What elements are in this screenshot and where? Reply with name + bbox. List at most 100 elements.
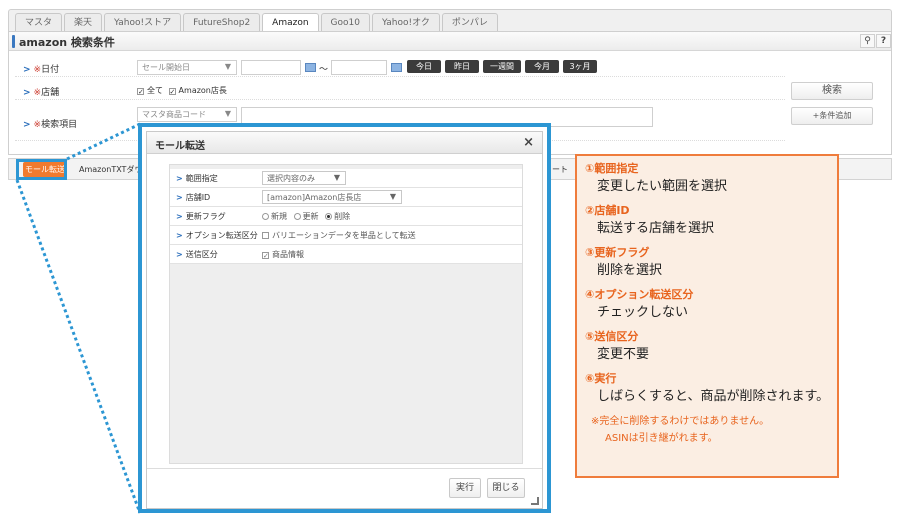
yesterday-button[interactable]: 昨日 bbox=[445, 60, 479, 73]
radio-update[interactable] bbox=[293, 213, 301, 220]
amazon-store-checkbox[interactable]: ✓ bbox=[168, 88, 176, 96]
resize-handle[interactable] bbox=[531, 497, 539, 505]
chevron-right-icon: > bbox=[23, 120, 31, 130]
step-1-heading: ①範囲指定 bbox=[585, 162, 639, 175]
calendar-icon[interactable] bbox=[391, 63, 402, 72]
step-3-heading: ③更新フラグ bbox=[585, 246, 650, 259]
chevron-right-icon: > bbox=[23, 88, 31, 98]
step-1-text: 変更したい範囲を選択 bbox=[597, 179, 728, 194]
chevron-right-icon: > bbox=[23, 65, 31, 75]
panel-title: amazon 検索条件 bbox=[19, 36, 115, 49]
chevron-down-icon: ▼ bbox=[333, 173, 340, 182]
variation-checkbox[interactable] bbox=[262, 232, 269, 239]
chevron-right-icon: > bbox=[176, 174, 183, 183]
tab-goo10[interactable]: Goo10 bbox=[320, 13, 370, 32]
callout-note-2: ASINは引き継がれます。 bbox=[605, 433, 718, 444]
radio-delete[interactable] bbox=[325, 213, 333, 220]
panel-header: amazon 検索条件 ⚲ ? bbox=[9, 32, 891, 51]
update-flag-label: > 更新フラグ bbox=[176, 212, 226, 221]
variation-checkbox-label: バリエーションデータを単品として転送 bbox=[272, 231, 416, 240]
date-to-input[interactable] bbox=[331, 60, 387, 75]
mall-transfer-dialog: モール転送 × > 範囲指定 選択内容のみ ▼ > 店舗ID [amazon]Amaz… bbox=[146, 131, 543, 509]
send-type-value: ✓ 商品情報 bbox=[262, 249, 304, 260]
send-type-row: > 送信区分 ✓ 商品情報 bbox=[170, 245, 522, 264]
store-id-label: > 店舗ID bbox=[176, 193, 211, 202]
product-info-checkbox[interactable]: ✓ bbox=[262, 252, 269, 260]
tab-amazon[interactable]: Amazon bbox=[262, 13, 319, 32]
step-5-text: 変更不要 bbox=[597, 347, 650, 362]
date-type-select[interactable]: セール開始日 ▼ bbox=[137, 60, 237, 75]
send-type-label: > 送信区分 bbox=[176, 250, 218, 259]
callout-note-1: ※完全に削除するわけではありません。 bbox=[591, 416, 770, 427]
add-condition-button[interactable]: +条件追加 bbox=[791, 107, 873, 125]
chevron-down-icon: ▼ bbox=[224, 109, 231, 118]
step-4-heading: ④オプション転送区分 bbox=[585, 288, 694, 301]
step-4-text: チェックしない bbox=[597, 305, 689, 320]
radio-new-label: 新規 bbox=[271, 212, 287, 221]
product-info-label: 商品情報 bbox=[272, 250, 304, 259]
connector-line-bottom bbox=[15, 179, 142, 514]
amazon-store-label: Amazon店長 bbox=[178, 86, 227, 95]
search-icon[interactable]: ⚲ bbox=[860, 34, 875, 48]
option-transfer-label: > オプション転送区分 bbox=[176, 231, 258, 240]
step-2-text: 転送する店舗を選択 bbox=[597, 221, 715, 236]
option-transfer-row: > オプション転送区分 バリエーションデータを単品として転送 bbox=[170, 226, 522, 245]
dialog-footer: 実行 閉じる bbox=[147, 468, 542, 508]
chevron-down-icon: ▼ bbox=[224, 62, 231, 71]
range-separator: ～ bbox=[319, 65, 329, 75]
tab-yahoo-auction[interactable]: Yahoo!オク bbox=[372, 13, 440, 32]
one-week-button[interactable]: 一週間 bbox=[483, 60, 521, 73]
toolbar-right-item[interactable]: ート bbox=[552, 164, 568, 175]
modal-highlight-frame: モール転送 × > 範囲指定 選択内容のみ ▼ > 店舗ID [amazon]Amaz… bbox=[138, 123, 551, 513]
step-2-heading: ②店舗ID bbox=[585, 204, 630, 217]
instruction-callout: ①範囲指定 変更したい範囲を選択 ②店舗ID 転送する店舗を選択 ③更新フラグ … bbox=[575, 154, 839, 478]
update-flag-row: > 更新フラグ 新規 更新 削除 bbox=[170, 207, 522, 226]
chevron-right-icon: > bbox=[176, 212, 183, 221]
store-id-select[interactable]: [amazon]Amazon店長店 ▼ bbox=[262, 190, 402, 204]
date-label: > ※日付 bbox=[23, 65, 60, 75]
today-button[interactable]: 今日 bbox=[407, 60, 441, 73]
chevron-right-icon: > bbox=[176, 250, 183, 259]
this-month-button[interactable]: 今月 bbox=[525, 60, 559, 73]
tab-rakuten[interactable]: 楽天 bbox=[64, 13, 103, 32]
step-3-text: 削除を選択 bbox=[597, 263, 663, 278]
range-select[interactable]: 選択内容のみ ▼ bbox=[262, 171, 346, 185]
search-item-select[interactable]: マスタ商品コード ▼ bbox=[137, 107, 237, 122]
tab-master[interactable]: マスタ bbox=[15, 13, 63, 32]
calendar-icon[interactable] bbox=[305, 63, 316, 72]
highlight-mall-transfer bbox=[16, 159, 67, 180]
amazon-txt-download-button[interactable]: AmazonTXTダウ bbox=[79, 164, 142, 175]
close-icon[interactable]: × bbox=[523, 135, 534, 150]
date-row: > ※日付 セール開始日 ▼ ～ 今日 昨日 一週間 今月 3ヶ月 bbox=[15, 59, 785, 77]
tab-ponpare[interactable]: ポンパレ bbox=[441, 13, 498, 32]
all-stores-checkbox[interactable]: ✓ bbox=[137, 88, 144, 96]
store-id-row: > 店舗ID [amazon]Amazon店長店 ▼ bbox=[170, 188, 522, 207]
chevron-down-icon: ▼ bbox=[389, 192, 396, 201]
tab-futureshop2[interactable]: FutureShop2 bbox=[183, 13, 261, 32]
date-from-input[interactable] bbox=[241, 60, 301, 75]
radio-new[interactable] bbox=[262, 213, 269, 220]
option-transfer-value: バリエーションデータを単品として転送 bbox=[262, 230, 416, 241]
range-label: > 範囲指定 bbox=[176, 174, 218, 183]
three-months-button[interactable]: 3ヶ月 bbox=[563, 60, 597, 73]
store-checkboxes: ✓ 全て ✓ Amazon店長 bbox=[137, 85, 227, 96]
search-button[interactable]: 検索 bbox=[791, 82, 873, 100]
close-button[interactable]: 閉じる bbox=[487, 478, 525, 498]
store-row: > ※店舗 ✓ 全て ✓ Amazon店長 bbox=[15, 82, 785, 100]
help-button[interactable]: ? bbox=[876, 34, 891, 48]
step-5-heading: ⑤送信区分 bbox=[585, 330, 639, 343]
dialog-form: > 範囲指定 選択内容のみ ▼ > 店舗ID [amazon]Amazon店長店 ▼ >… bbox=[169, 164, 523, 464]
store-label: > ※店舗 bbox=[23, 88, 60, 98]
step-6-text: しばらくすると、商品が削除されます。 bbox=[597, 389, 830, 404]
dialog-header: モール転送 × bbox=[147, 132, 542, 154]
search-item-label: > ※検索項目 bbox=[23, 120, 78, 130]
tab-yahoo-store[interactable]: Yahoo!ストア bbox=[104, 13, 182, 32]
update-flag-radios: 新規 更新 削除 bbox=[262, 211, 350, 222]
step-6-heading: ⑥実行 bbox=[585, 372, 617, 385]
radio-update-label: 更新 bbox=[302, 212, 319, 221]
range-row: > 範囲指定 選択内容のみ ▼ bbox=[170, 169, 522, 188]
run-button[interactable]: 実行 bbox=[449, 478, 481, 498]
mall-tab-bar: マスタ 楽天 Yahoo!ストア FutureShop2 Amazon Goo1… bbox=[8, 9, 892, 32]
chevron-right-icon: > bbox=[176, 193, 183, 202]
chevron-right-icon: > bbox=[176, 231, 183, 240]
